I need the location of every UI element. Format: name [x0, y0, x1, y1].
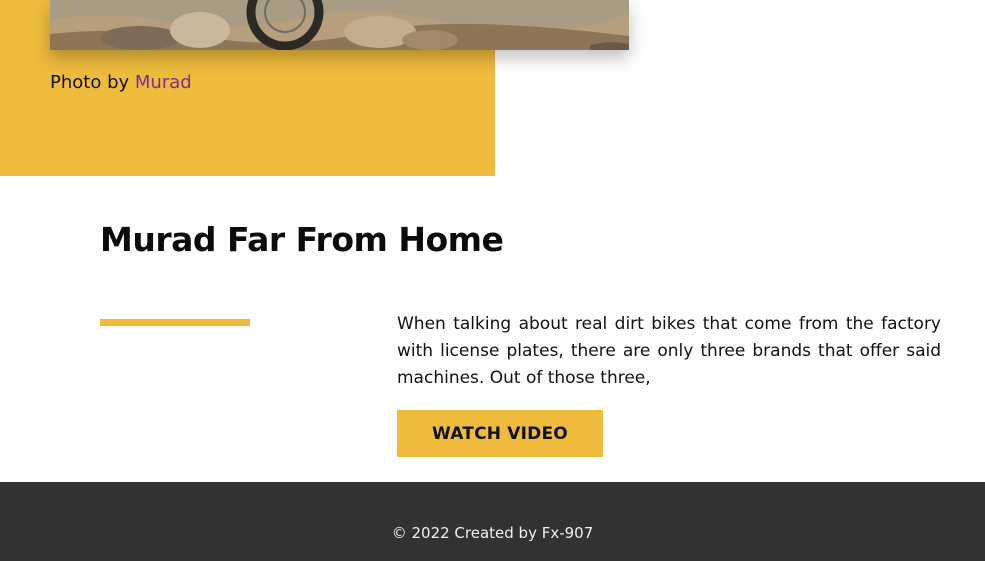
accent-divider: [100, 319, 250, 326]
article-body: When talking about real dirt bikes that …: [397, 314, 941, 388]
site-footer: © 2022 Created by Fx-907: [0, 482, 985, 561]
article-title: Murad Far From Home: [100, 220, 504, 259]
photo-credit: Photo by Murad: [50, 72, 192, 93]
watch-video-button[interactable]: WATCH VIDEO: [397, 410, 603, 457]
footer-copyright: © 2022 Created by Fx-907: [391, 524, 594, 542]
photo-credit-prefix: Photo by: [50, 72, 130, 93]
hero-photo: [50, 0, 629, 50]
photographer-link[interactable]: Murad: [135, 72, 192, 93]
